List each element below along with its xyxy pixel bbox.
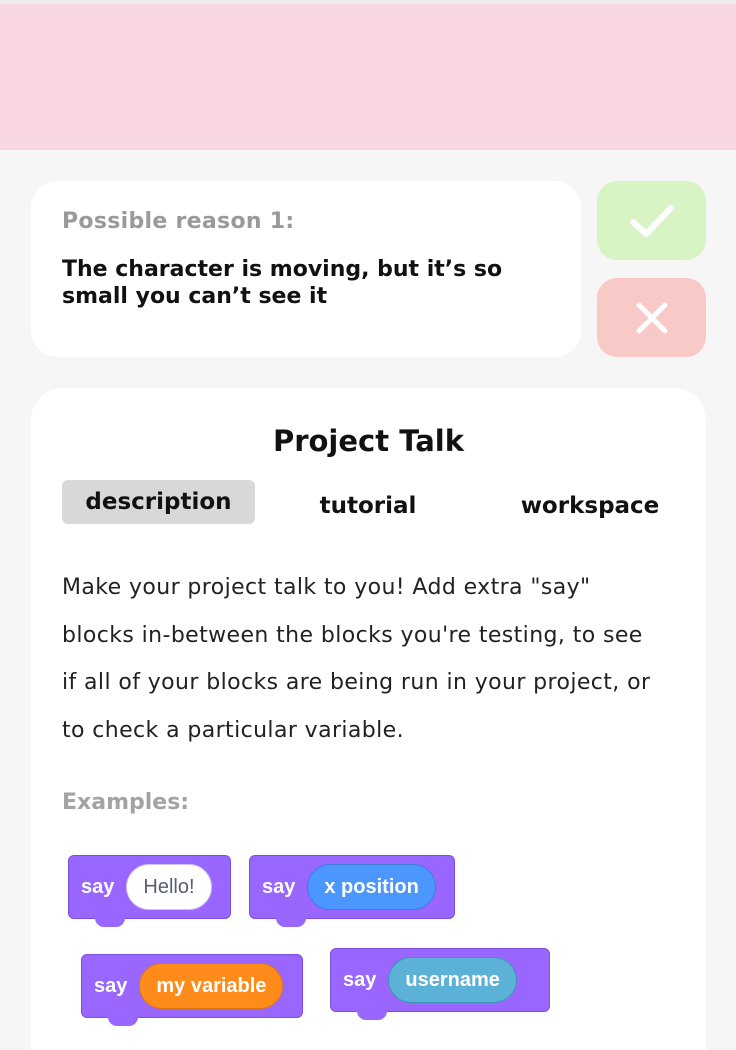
tool-card: Project Talk description tutorial worksp… [31,388,706,1050]
say-keyword: say [94,974,128,997]
say-block-username: say username [330,948,550,1020]
reject-button[interactable] [597,278,706,357]
tool-title: Project Talk [272,424,465,458]
value-pill: my variable [139,963,284,1009]
reason-card: Possible reason 1: The character is movi… [31,181,581,357]
tab-tutorial[interactable]: tutorial [293,484,443,528]
top-banner [0,4,736,150]
value-pill: x position [307,864,436,910]
value-pill: Hello! [126,864,212,910]
say-block-my-variable: say my variable [81,954,303,1026]
tool-description: Make your project talk to you! Add extra… [62,575,651,743]
reason-label: Possible reason 1: [62,209,295,234]
checkmark-icon [629,204,674,237]
confirm-button[interactable] [597,181,706,260]
say-keyword: say [343,968,377,991]
tab-workspace[interactable]: workspace [501,484,679,528]
say-block-x-position: say x position [249,855,455,927]
reason-text: The character is moving, but it’s so sma… [62,257,503,309]
say-keyword: say [262,875,296,898]
examples-label: Examples: [62,790,190,815]
say-block-hello: say Hello! [68,855,231,927]
value-pill: username [388,957,517,1003]
say-keyword: say [81,875,115,898]
x-mark-icon [636,302,667,333]
tab-description[interactable]: description [62,480,255,524]
